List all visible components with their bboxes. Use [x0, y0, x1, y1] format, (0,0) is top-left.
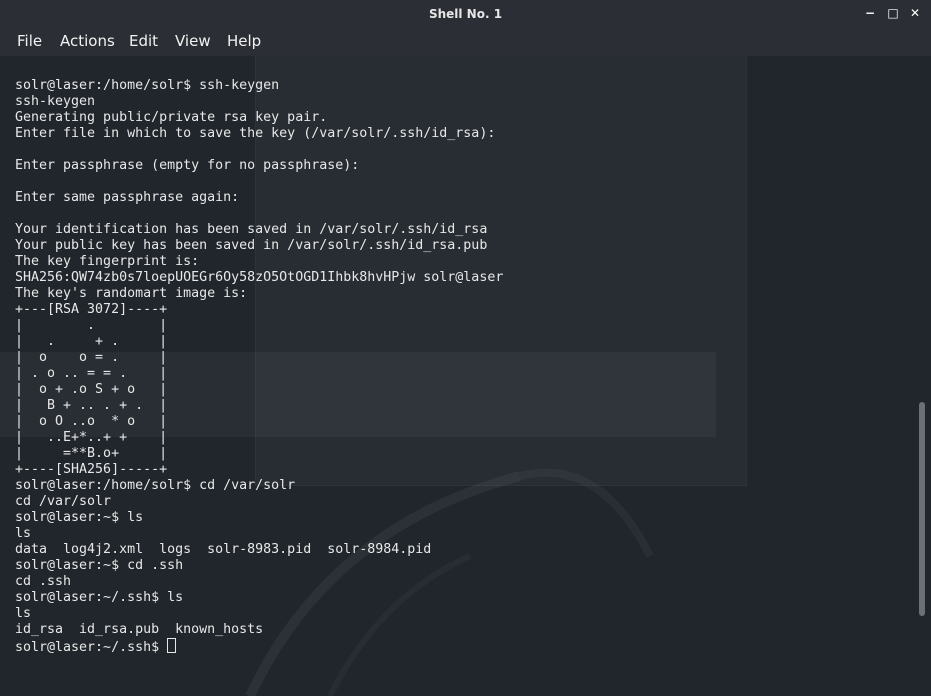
terminal-line: solr@laser:~/.ssh$ ls: [15, 590, 184, 605]
menu-bar: File Actions Edit View Help: [0, 28, 931, 56]
terminal-line: | . |: [15, 318, 168, 333]
terminal-line: Enter passphrase (empty for no passphras…: [15, 158, 360, 173]
terminal-line: solr@laser:~$ cd .ssh: [15, 558, 184, 573]
terminal-line: ssh-keygen: [15, 94, 96, 109]
terminal-line: Your identification has been saved in /v…: [15, 222, 488, 237]
maximize-icon[interactable]: □: [886, 6, 900, 20]
terminal-line: ls: [15, 526, 32, 541]
terminal-output: solr@laser:/home/solr$ ssh-keygen ssh-ke…: [15, 78, 503, 656]
terminal-line: solr@laser:/home/solr$ ssh-keygen: [15, 78, 280, 93]
menu-view[interactable]: View: [175, 32, 211, 50]
terminal-line: +----[SHA256]-----+: [15, 462, 168, 477]
terminal-line: solr@laser:~$ ls: [15, 510, 144, 525]
terminal-line: | o o = . |: [15, 350, 168, 365]
minimize-icon[interactable]: −: [863, 6, 877, 20]
terminal-line: Your public key has been saved in /var/s…: [15, 238, 488, 253]
terminal-line: id_rsa id_rsa.pub known_hosts: [15, 622, 264, 637]
window-title: Shell No. 1: [428, 7, 503, 21]
terminal-line: solr@laser:/home/solr$ cd /var/solr: [15, 478, 296, 493]
terminal-line: | o O ..o * o |: [15, 414, 168, 429]
terminal-line: Enter file in which to save the key (/va…: [15, 126, 496, 141]
terminal-line: +---[RSA 3072]----+: [15, 302, 168, 317]
terminal-line: | . o .. = = . |: [15, 366, 168, 381]
terminal-line: Enter same passphrase again:: [15, 190, 240, 205]
terminal-line: SHA256:QW74zb0s7loepUOEGr6Oy58zO5OtOGD1I…: [15, 270, 504, 285]
title-bar: Shell No. 1 − □ ✕: [0, 0, 931, 28]
terminal-line: | o + .o S + o |: [15, 382, 168, 397]
terminal-line: ls: [15, 606, 32, 621]
terminal-line: Generating public/private rsa key pair.: [15, 110, 328, 125]
terminal-line: cd /var/solr: [15, 494, 112, 509]
menu-file[interactable]: File: [17, 32, 42, 50]
terminal-line: | =**B.o+ |: [15, 446, 168, 461]
menu-actions[interactable]: Actions: [60, 32, 115, 50]
terminal-line: The key fingerprint is:: [15, 254, 200, 269]
terminal-history: solr@laser:/home/solr$ ssh-keygen ssh-ke…: [15, 78, 503, 637]
terminal-line: | ..E+*..+ + |: [15, 430, 168, 445]
terminal-prompt: solr@laser:~/.ssh$: [15, 640, 168, 655]
terminal-line: | . + . |: [15, 334, 168, 349]
terminal-line: cd .ssh: [15, 574, 72, 589]
menu-edit[interactable]: Edit: [129, 32, 158, 50]
terminal-line: data log4j2.xml logs solr-8983.pid solr-…: [15, 542, 432, 557]
terminal-cursor: [167, 638, 177, 653]
scrollbar[interactable]: [919, 56, 927, 692]
terminal-line: The key's randomart image is:: [15, 286, 248, 301]
menu-help[interactable]: Help: [227, 32, 261, 50]
terminal-line: | B + .. . + . |: [15, 398, 168, 413]
scrollbar-thumb[interactable]: [919, 402, 925, 616]
terminal-area[interactable]: solr@laser:/home/solr$ ssh-keygen ssh-ke…: [0, 56, 931, 696]
close-icon[interactable]: ✕: [908, 6, 922, 20]
